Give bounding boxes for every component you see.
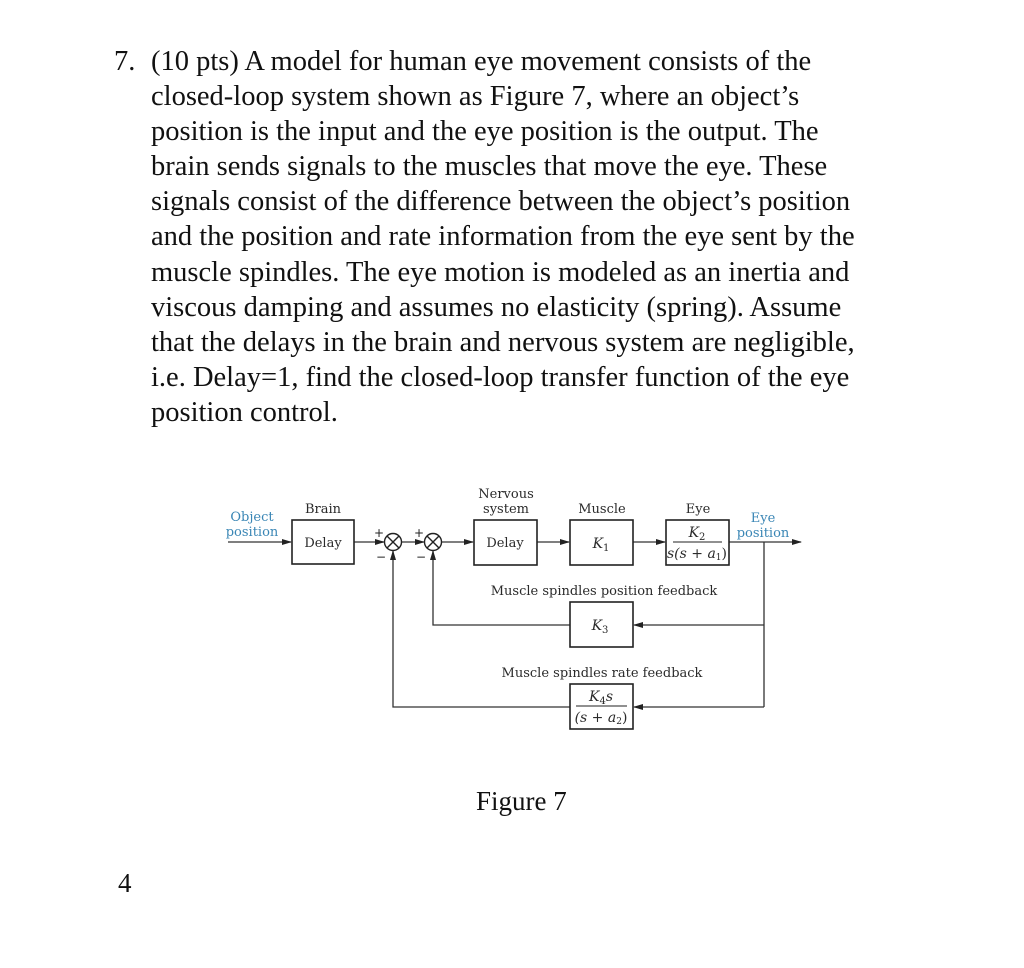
input-label-line2: position bbox=[226, 525, 279, 540]
sum1-plus-sign: + bbox=[374, 526, 384, 540]
page-number: 4 bbox=[118, 868, 132, 898]
nervous-title-line1: Nervous bbox=[478, 487, 534, 502]
nervous-title-line2: system bbox=[483, 502, 529, 517]
eye-title: Eye bbox=[686, 502, 711, 517]
nervous-content: Delay bbox=[486, 536, 524, 551]
muscle-title: Muscle bbox=[578, 502, 626, 517]
k3-title: Muscle spindles position feedback bbox=[491, 584, 718, 599]
output-label-line2: position bbox=[737, 526, 790, 541]
brain-content: Delay bbox=[304, 536, 342, 551]
sum1-minus-sign: − bbox=[376, 550, 386, 564]
output-label-line1: Eye bbox=[751, 511, 776, 526]
summing-junction-1 bbox=[383, 532, 403, 552]
brain-title: Brain bbox=[305, 502, 342, 517]
sum2-minus-sign: − bbox=[416, 550, 426, 564]
figure-caption: Figure 7 bbox=[476, 786, 567, 816]
k4-title: Muscle spindles rate feedback bbox=[502, 666, 703, 681]
k4-output-line bbox=[390, 550, 570, 708]
sum2-plus-sign: + bbox=[414, 526, 424, 540]
summing-junction-2 bbox=[423, 532, 443, 552]
input-label-line1: Object bbox=[230, 510, 274, 525]
block-diagram: + − + − Object position Eye position Bra… bbox=[226, 487, 802, 730]
